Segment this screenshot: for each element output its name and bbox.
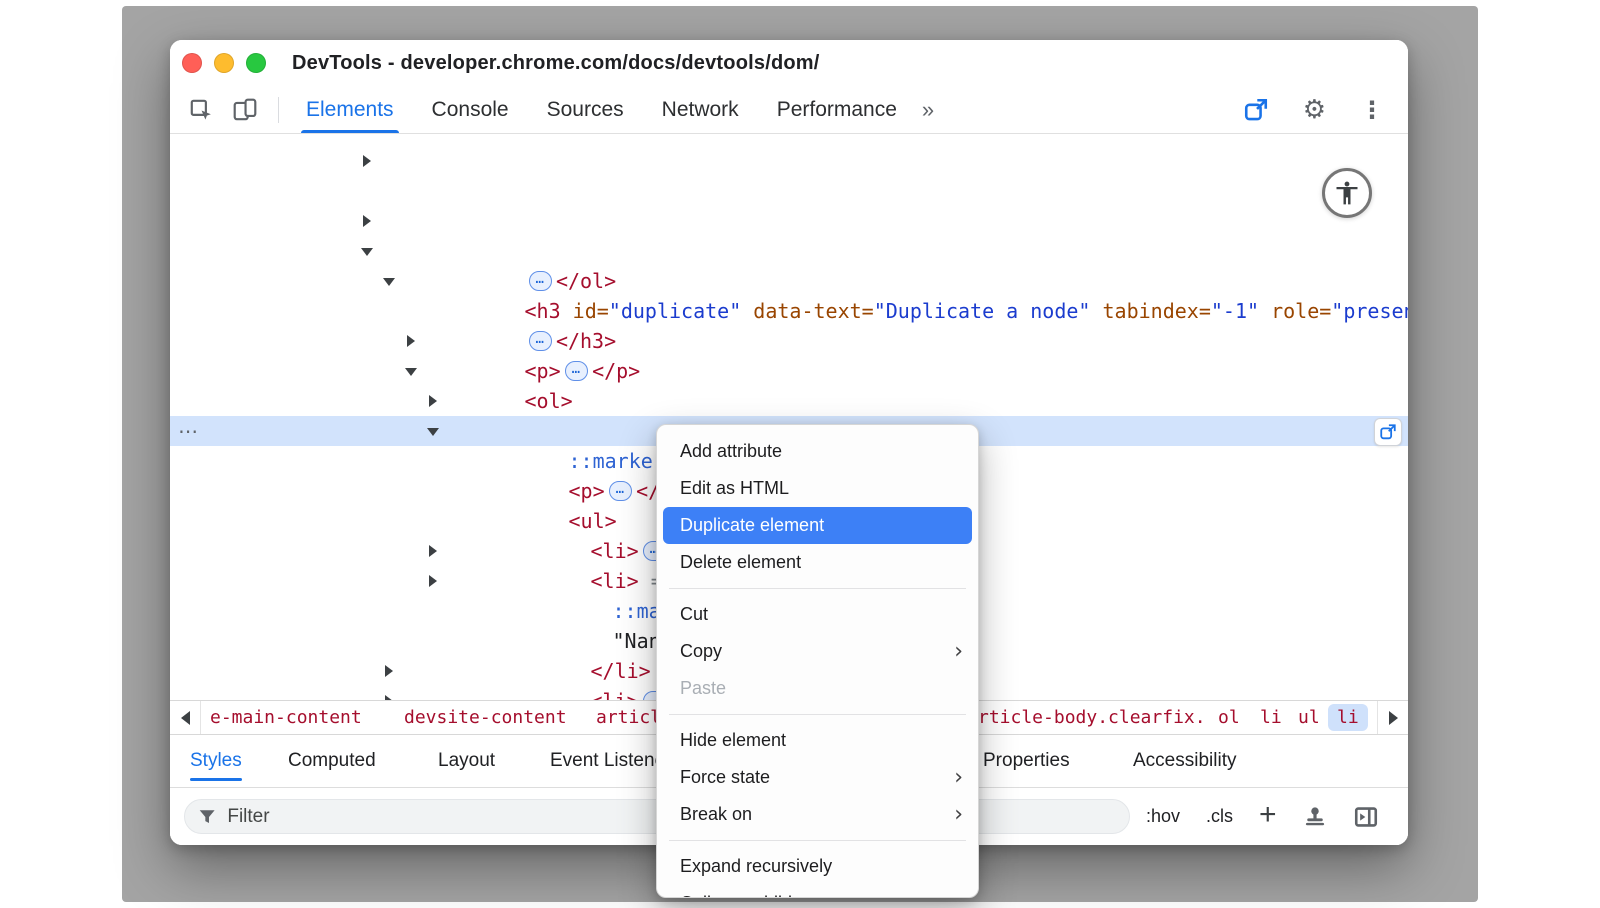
breadcrumb-item[interactable]: ul <box>1298 701 1320 734</box>
context-menu-item: Paste <box>657 670 978 707</box>
inspect-element-icon[interactable] <box>186 95 216 125</box>
context-menu-item[interactable]: Collapse children <box>657 885 978 898</box>
context-menu-item[interactable]: Break on <box>657 796 978 833</box>
breadcrumb-scroll-right[interactable] <box>1377 701 1408 734</box>
tree-row[interactable]: <h3 id="duplicate" data-text="Duplicate … <box>170 146 1408 176</box>
breadcrumb-item[interactable]: e-main-content <box>210 701 362 734</box>
menu-item-label: Copy <box>680 641 722 661</box>
menu-item-label: Cut <box>680 604 708 624</box>
panel-tab[interactable]: Computed <box>288 735 376 787</box>
context-menu-item[interactable]: Copy <box>657 633 978 670</box>
menu-item-label: Force state <box>680 767 770 787</box>
context-menu-item[interactable]: Delete element <box>657 544 978 581</box>
stamp-icon[interactable] <box>1303 805 1327 829</box>
row-overflow-icon[interactable] <box>178 416 199 446</box>
disclosure-arrow-icon[interactable] <box>407 335 415 347</box>
menu-item-label: Expand recursively <box>680 856 832 876</box>
disclosure-arrow-icon[interactable] <box>429 395 437 407</box>
menu-item-label: Hide element <box>680 730 786 750</box>
context-menu: Add attribute Edit as HTML Duplicate ele… <box>656 424 979 898</box>
element-classes-button[interactable]: .cls <box>1206 806 1233 827</box>
disclosure-arrow-icon[interactable] <box>427 428 439 436</box>
breadcrumb-scroll-left[interactable] <box>170 701 201 734</box>
tree-row[interactable]: …</h3> <box>170 176 1408 206</box>
more-panels-chevron-icon[interactable]: » <box>922 97 934 123</box>
toolbar-divider <box>278 97 279 123</box>
tree-row[interactable]: <ol> <box>170 236 1408 266</box>
panel-tab[interactable]: Styles <box>190 735 242 787</box>
submenu-chevron-icon <box>954 633 963 670</box>
context-menu-item[interactable]: Duplicate element <box>663 507 972 544</box>
disclosure-arrow-icon[interactable] <box>383 278 395 286</box>
breadcrumb-item[interactable]: rticle-body.clearfix. <box>978 701 1206 734</box>
context-menu-item[interactable]: Hide element <box>657 722 978 759</box>
context-menu-item[interactable]: Force state <box>657 759 978 796</box>
filter-funnel-icon <box>198 807 216 826</box>
disclosure-arrow-icon[interactable] <box>363 215 371 227</box>
traffic-lights <box>182 53 266 73</box>
menu-item-label: Break on <box>680 804 752 824</box>
disclosure-arrow-icon[interactable] <box>385 665 393 677</box>
tree-row[interactable]: <p>…</p> <box>170 206 1408 236</box>
breadcrumb-item[interactable]: li <box>1260 701 1282 734</box>
menu-item-label: Delete element <box>680 552 801 572</box>
panel-tab[interactable]: Layout <box>438 735 495 787</box>
accessibility-person-icon[interactable] <box>1322 168 1372 218</box>
panel-tab[interactable]: Properties <box>983 735 1070 787</box>
context-menu-item <box>669 840 966 841</box>
close-button[interactable] <box>182 53 202 73</box>
panel-tab-strip: ElementsConsoleSourcesNetworkPerformance <box>287 86 916 133</box>
devtools-panel-tab[interactable]: Console <box>413 86 528 133</box>
menu-item-label: Collapse children <box>680 893 818 898</box>
toggle-element-state-button[interactable]: :hov <box>1146 806 1180 827</box>
window-title: DevTools - developer.chrome.com/docs/dev… <box>292 52 820 75</box>
zoom-button[interactable] <box>246 53 266 73</box>
context-menu-item <box>669 714 966 715</box>
breadcrumb-item[interactable]: devsite-content <box>404 701 567 734</box>
context-menu-item[interactable]: Edit as HTML <box>657 470 978 507</box>
disclosure-arrow-icon[interactable] <box>429 575 437 587</box>
disclosure-arrow-icon[interactable] <box>429 545 437 557</box>
more-options-icon[interactable]: ⋮ <box>1360 98 1384 122</box>
disclosure-arrow-icon[interactable] <box>361 248 373 256</box>
panel-tab[interactable]: Accessibility <box>1133 735 1236 787</box>
settings-gear-icon[interactable]: ⚙ <box>1303 97 1326 123</box>
toolbar-right-controls: ⚙ ⋮ <box>1243 97 1396 123</box>
title-bar: DevTools - developer.chrome.com/docs/dev… <box>170 40 1408 86</box>
tree-row[interactable]: ::marker <box>170 296 1408 326</box>
context-menu-item[interactable]: Cut <box>657 596 978 633</box>
submenu-chevron-icon <box>954 796 963 833</box>
devtools-panel-tab[interactable]: Sources <box>528 86 643 133</box>
menu-item-label: Paste <box>680 678 726 698</box>
devtools-panel-tab[interactable]: Network <box>643 86 758 133</box>
minimize-button[interactable] <box>214 53 234 73</box>
menu-item-label: Edit as HTML <box>680 478 789 498</box>
menu-item-label: Add attribute <box>680 441 782 461</box>
device-toolbar-icon[interactable] <box>230 95 260 125</box>
submenu-chevron-icon <box>954 759 963 796</box>
tree-row[interactable]: …</ol> <box>170 134 1408 146</box>
reveal-badge-icon[interactable] <box>1374 418 1402 446</box>
breadcrumb-item[interactable]: ol <box>1218 701 1240 734</box>
context-menu-item[interactable]: Expand recursively <box>657 848 978 885</box>
tree-row[interactable]: <ul> <box>170 356 1408 386</box>
styles-toolbar-buttons: :hov .cls + <box>1146 803 1379 830</box>
menu-item-label: Duplicate element <box>680 515 824 535</box>
breadcrumb-item[interactable]: li <box>1328 704 1368 731</box>
devtools-toolbar: ElementsConsoleSourcesNetworkPerformance… <box>170 86 1408 134</box>
context-menu-item <box>669 588 966 589</box>
new-style-rule-button[interactable]: + <box>1259 800 1277 830</box>
devtools-panel-tab[interactable]: Elements <box>287 86 413 133</box>
disclosure-arrow-icon[interactable] <box>405 368 417 376</box>
tree-row[interactable]: <p>…</p> <box>170 326 1408 356</box>
disclosure-arrow-icon[interactable] <box>363 155 371 167</box>
tree-row[interactable]: <li> <box>170 266 1408 296</box>
devtools-panel-tab[interactable]: Performance <box>758 86 916 133</box>
tree-row[interactable]: <li>…</li> <box>170 386 1408 416</box>
context-menu-item[interactable]: Add attribute <box>657 433 978 470</box>
right-triangle-icon <box>1389 711 1398 725</box>
square-arrow-icon[interactable] <box>1243 97 1269 123</box>
dock-sidebar-icon[interactable] <box>1353 804 1379 830</box>
left-triangle-icon <box>181 711 190 725</box>
